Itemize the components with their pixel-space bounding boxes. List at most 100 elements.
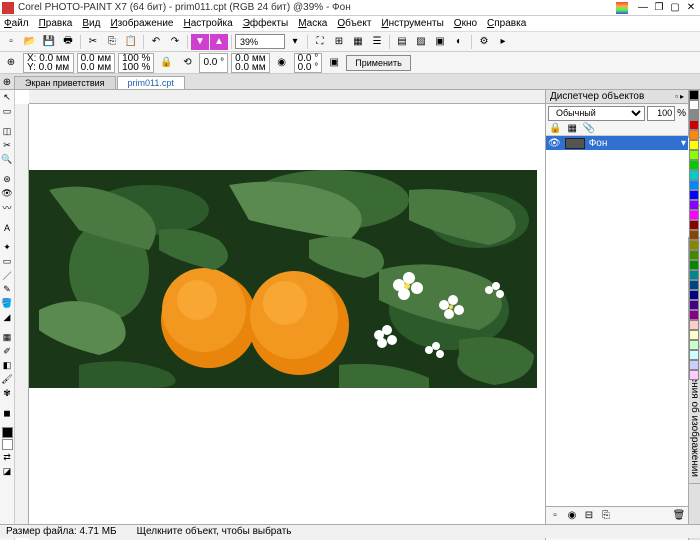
color-chip[interactable] — [689, 130, 699, 140]
paint-tool[interactable]: 🖌 — [1, 373, 14, 386]
color-chip[interactable] — [689, 310, 699, 320]
scale-box[interactable]: 100 % 100 % — [118, 53, 154, 73]
color-chip[interactable] — [689, 140, 699, 150]
color-chip[interactable] — [689, 340, 699, 350]
copy-button[interactable]: ⎘ — [103, 34, 121, 50]
menu-object[interactable]: Объект — [337, 18, 371, 29]
line-tool[interactable]: ／ — [1, 269, 14, 282]
panel-menu-icon[interactable]: ▫ — [675, 92, 678, 101]
opacity-input[interactable] — [647, 106, 675, 121]
color-chip[interactable] — [689, 280, 699, 290]
image-sprayer-tool[interactable]: ✾ — [1, 387, 14, 400]
angle-box[interactable]: 0.0 ° — [199, 53, 228, 73]
lock-all-icon[interactable]: 📎 — [583, 123, 595, 134]
clone-tool[interactable]: ⊛ — [1, 173, 14, 186]
open-button[interactable]: 📂 — [21, 34, 39, 50]
print-button[interactable]: 🖶 — [59, 34, 77, 50]
lock-transparency-icon[interactable]: 🔒 — [549, 123, 561, 134]
clear-mask-button[interactable]: ▣ — [431, 34, 449, 50]
color-chip[interactable] — [689, 190, 699, 200]
color-chip[interactable] — [689, 110, 699, 120]
restore-button[interactable]: ❐ — [652, 2, 666, 14]
center-icon[interactable]: ◉ — [273, 55, 291, 71]
mask-rect-tool[interactable]: ▭ — [1, 105, 14, 118]
menu-window[interactable]: Окно — [454, 18, 477, 29]
color-chip[interactable] — [689, 90, 699, 100]
color-chip[interactable] — [689, 290, 699, 300]
launcher-button[interactable]: ▸ — [494, 34, 512, 50]
rotate-box[interactable]: 0.0 ° 0.0 ° — [294, 53, 323, 73]
close-button[interactable]: ✕ — [684, 2, 698, 14]
pick-tool[interactable]: ↖ — [1, 91, 14, 104]
save-button[interactable]: 💾 — [40, 34, 58, 50]
mask-transform-tool[interactable]: ◫ — [1, 125, 14, 138]
menu-adjust[interactable]: Настройка — [183, 18, 232, 29]
relative-center-button[interactable]: ▣ — [325, 55, 343, 71]
ruler-horizontal[interactable] — [29, 90, 545, 104]
drop-shadow-tool[interactable]: ◼ — [1, 407, 14, 420]
layer-background[interactable]: 👁 Фон ▾ — [546, 136, 688, 150]
reset-colors-icon[interactable]: ◪ — [1, 465, 14, 478]
eraser-tool[interactable]: ◧ — [1, 359, 14, 372]
swap-colors-icon[interactable]: ⇄ — [1, 451, 14, 464]
color-chip[interactable] — [689, 220, 699, 230]
color-chip[interactable] — [689, 230, 699, 240]
mask-marquee-button[interactable]: ▨ — [412, 34, 430, 50]
skew-box[interactable]: 0.0 мм 0.0 мм — [231, 53, 269, 73]
text-tool[interactable]: A — [1, 221, 14, 234]
color-chip[interactable] — [689, 300, 699, 310]
menu-image[interactable]: Изображение — [110, 18, 173, 29]
new-button[interactable]: ▫ — [2, 34, 20, 50]
grid-button[interactable]: ▦ — [349, 34, 367, 50]
tab-scroll-icon[interactable]: ⊕ — [0, 75, 14, 89]
image-canvas[interactable] — [29, 170, 537, 388]
size-box[interactable]: 0.0 мм 0.0 мм — [77, 53, 115, 73]
foreground-color[interactable] — [2, 427, 13, 438]
color-chip[interactable] — [689, 370, 699, 380]
menu-help[interactable]: Справка — [487, 18, 526, 29]
menu-mask[interactable]: Маска — [298, 18, 327, 29]
membership-badge-icon[interactable] — [616, 2, 628, 14]
rectangle-tool[interactable]: ▭ — [1, 255, 14, 268]
apply-button[interactable]: Применить — [346, 55, 411, 71]
menu-file[interactable]: Файл — [4, 18, 29, 29]
color-chip[interactable] — [689, 180, 699, 190]
color-chip[interactable] — [689, 150, 699, 160]
combine-icon[interactable]: ⎘ — [600, 510, 612, 522]
color-chip[interactable] — [689, 350, 699, 360]
color-chip[interactable] — [689, 260, 699, 270]
crop-tool[interactable]: ✂ — [1, 139, 14, 152]
fill-tool[interactable]: 🪣 — [1, 297, 14, 310]
color-chip[interactable] — [689, 270, 699, 280]
rulers-button[interactable]: ⊞ — [330, 34, 348, 50]
color-chip[interactable] — [689, 160, 699, 170]
visibility-icon[interactable]: 👁 — [548, 138, 561, 149]
minimize-button[interactable]: — — [636, 2, 650, 14]
new-lens-icon[interactable]: ◉ — [566, 510, 578, 522]
new-group-icon[interactable]: ⊟ — [583, 510, 595, 522]
color-chip[interactable] — [689, 210, 699, 220]
color-chip[interactable] — [689, 320, 699, 330]
blend-mode-select[interactable]: Обычный — [548, 106, 645, 121]
menu-effects[interactable]: Эффекты — [243, 18, 288, 29]
layer-menu-icon[interactable]: ▾ — [681, 138, 686, 149]
paste-button[interactable]: 📋 — [122, 34, 140, 50]
menu-view[interactable]: Вид — [82, 18, 100, 29]
lock-ratio-icon[interactable]: 🔒 — [157, 55, 175, 71]
delete-icon[interactable]: 🗑 — [673, 510, 685, 522]
color-chip[interactable] — [689, 360, 699, 370]
layer-list[interactable]: 👁 Фон ▾ — [546, 136, 688, 506]
liquid-tool[interactable]: 〰 — [1, 201, 14, 214]
tab-welcome[interactable]: Экран приветствия — [14, 76, 116, 89]
new-object-icon[interactable]: ▫ — [549, 510, 561, 522]
effect-tool[interactable]: ✦ — [1, 241, 14, 254]
color-chip[interactable] — [689, 120, 699, 130]
color-chip[interactable] — [689, 100, 699, 110]
export-button[interactable]: ▲ — [210, 34, 228, 50]
color-chip[interactable] — [689, 250, 699, 260]
zoom-dropdown-icon[interactable]: ▾ — [286, 34, 304, 50]
redo-button[interactable]: ↷ — [166, 34, 184, 50]
undo-button[interactable]: ↶ — [147, 34, 165, 50]
menu-edit[interactable]: Правка — [39, 18, 73, 29]
lock-position-icon[interactable]: ▦ — [567, 123, 576, 134]
